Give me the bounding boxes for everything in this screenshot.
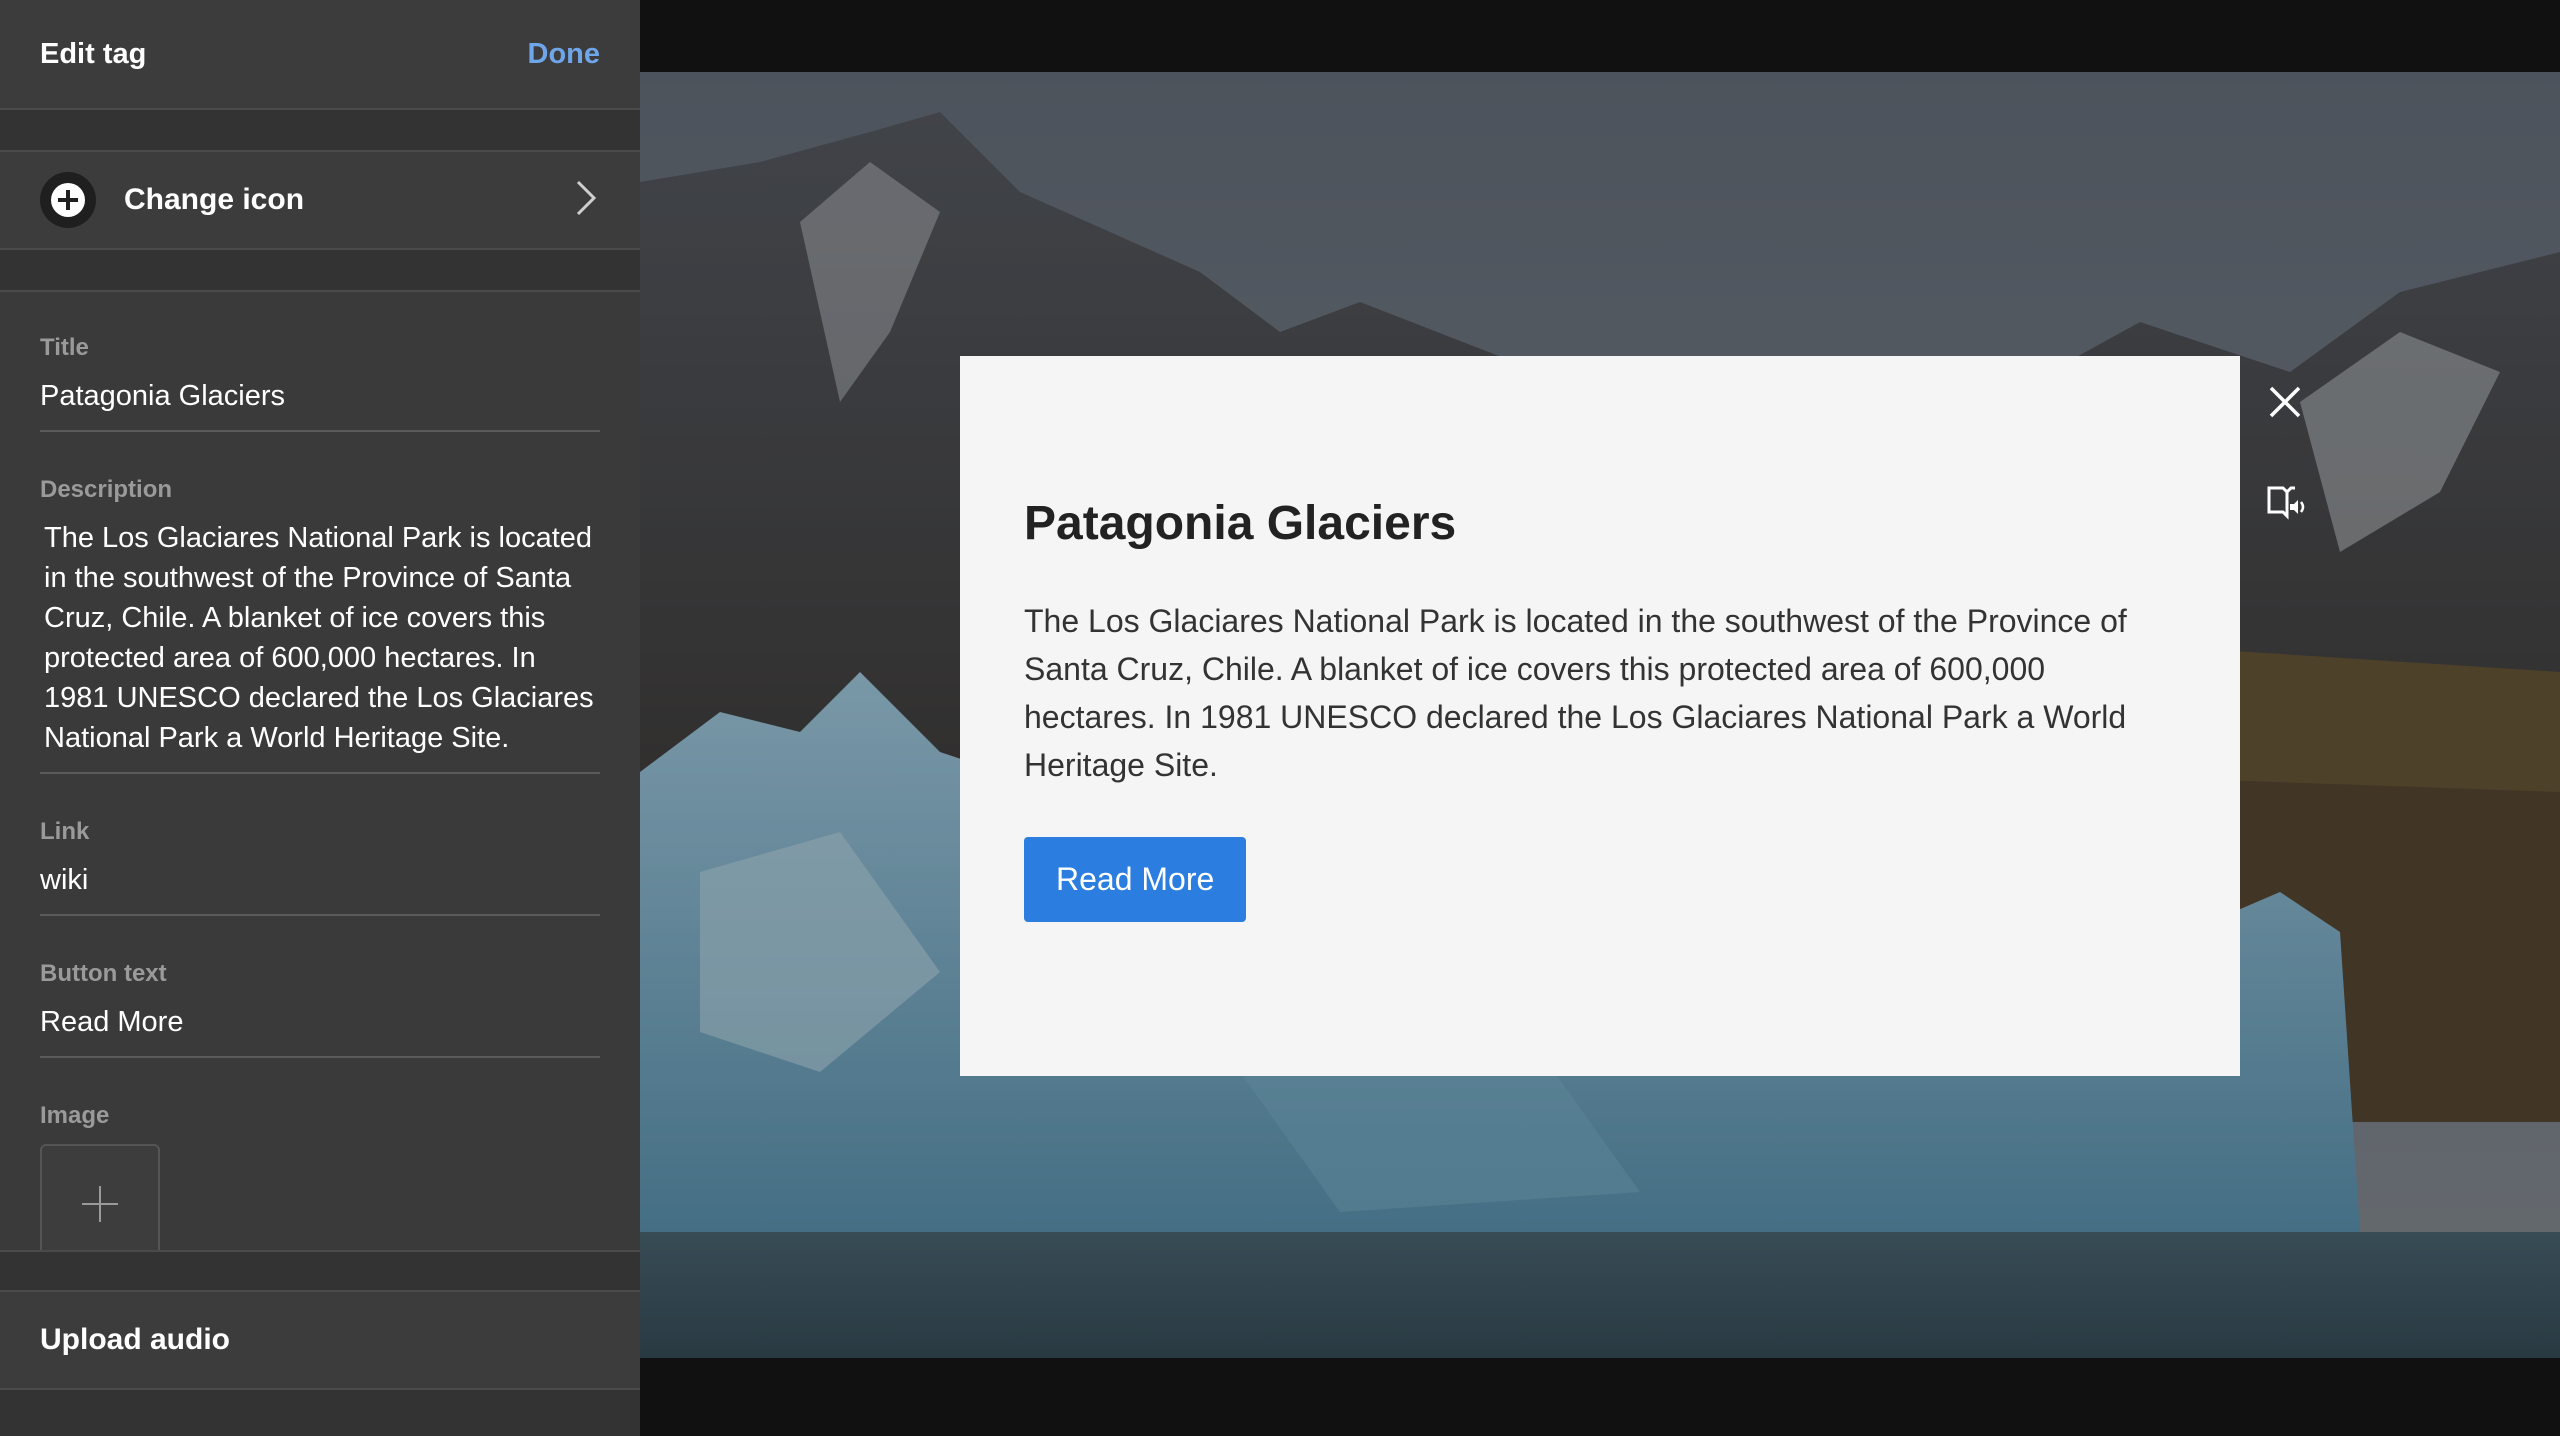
description-field: Description The Los Glaciares National P…	[40, 476, 600, 774]
panel-header: Edit tag Done	[0, 0, 640, 110]
close-icon[interactable]	[2267, 384, 2303, 420]
chevron-right-icon	[572, 178, 600, 223]
edit-tag-panel: Edit tag Done Change icon Title Patagoni…	[0, 0, 640, 1436]
popup-title: Patagonia Glaciers	[1024, 497, 1457, 550]
section-divider	[0, 250, 640, 292]
title-input[interactable]: Patagonia Glaciers	[40, 376, 600, 432]
button-text-label: Button text	[40, 960, 167, 987]
link-label: Link	[40, 818, 90, 845]
audio-book-icon[interactable]	[2265, 482, 2309, 522]
plus-icon	[82, 1186, 118, 1222]
upload-audio-button[interactable]: Upload audio	[0, 1292, 640, 1390]
panel-footer	[0, 1390, 640, 1436]
link-input[interactable]: wiki	[40, 860, 600, 916]
button-text-input[interactable]: Read More	[40, 1002, 600, 1058]
panorama-viewer[interactable]: Patagonia Glaciers The Los Glaciares Nat…	[640, 72, 2560, 1358]
tag-form: Title Patagonia Glaciers Description The…	[0, 292, 640, 1264]
image-field: Image	[40, 1102, 600, 1264]
image-label: Image	[40, 1102, 110, 1129]
description-label: Description	[40, 476, 173, 503]
read-more-button[interactable]: Read More	[1024, 837, 1247, 922]
link-field: Link wiki	[40, 818, 600, 916]
title-label: Title	[40, 334, 89, 361]
upload-audio-label: Upload audio	[40, 1323, 230, 1356]
popup-description: The Los Glaciares National Park is locat…	[1024, 603, 2127, 783]
done-button[interactable]: Done	[528, 38, 601, 71]
button-text-field: Button text Read More	[40, 960, 600, 1058]
add-image-button[interactable]	[40, 1144, 160, 1264]
description-textarea[interactable]: The Los Glaciares National Park is locat…	[40, 518, 600, 774]
panel-title: Edit tag	[40, 37, 147, 70]
change-icon-label: Change icon	[124, 183, 305, 216]
section-divider	[0, 1250, 640, 1292]
section-divider	[0, 110, 640, 152]
change-icon-row[interactable]: Change icon	[0, 152, 640, 250]
plus-circle-icon	[40, 172, 96, 228]
tag-info-popup: Patagonia Glaciers The Los Glaciares Nat…	[960, 356, 2240, 1076]
title-field: Title Patagonia Glaciers	[40, 334, 600, 432]
